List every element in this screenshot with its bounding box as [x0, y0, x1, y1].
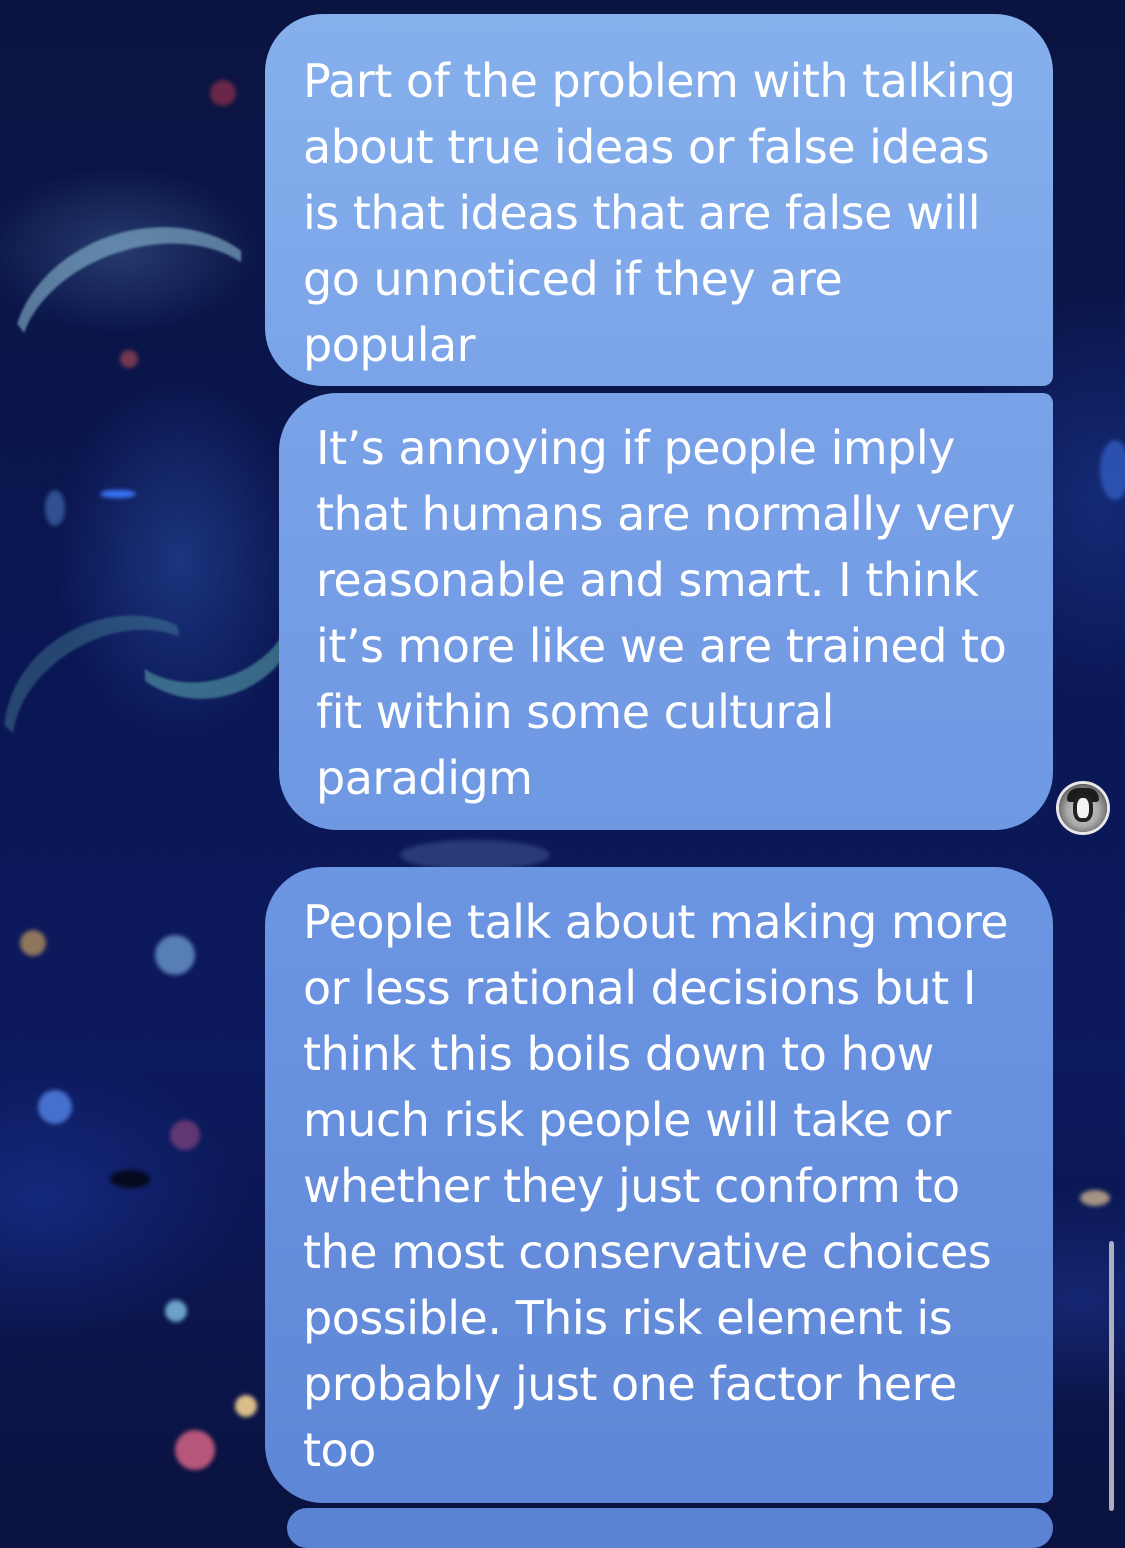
scrollbar[interactable] — [1109, 1241, 1114, 1511]
message-text: It’s annoying if people imply that human… — [316, 421, 1016, 805]
message-bubble[interactable]: People talk about making more or less ra… — [265, 867, 1053, 1503]
message-bubble-partial[interactable] — [287, 1508, 1053, 1548]
message-bubble[interactable]: It’s annoying if people imply that human… — [279, 393, 1053, 830]
person-avatar-icon[interactable] — [1059, 784, 1107, 832]
message-text: People talk about making more or less ra… — [303, 895, 1009, 1477]
message-bubble[interactable]: Part of the problem with talking about t… — [265, 14, 1053, 386]
message-text: Part of the problem with talking about t… — [303, 54, 1016, 372]
avatar-face — [1073, 794, 1093, 822]
